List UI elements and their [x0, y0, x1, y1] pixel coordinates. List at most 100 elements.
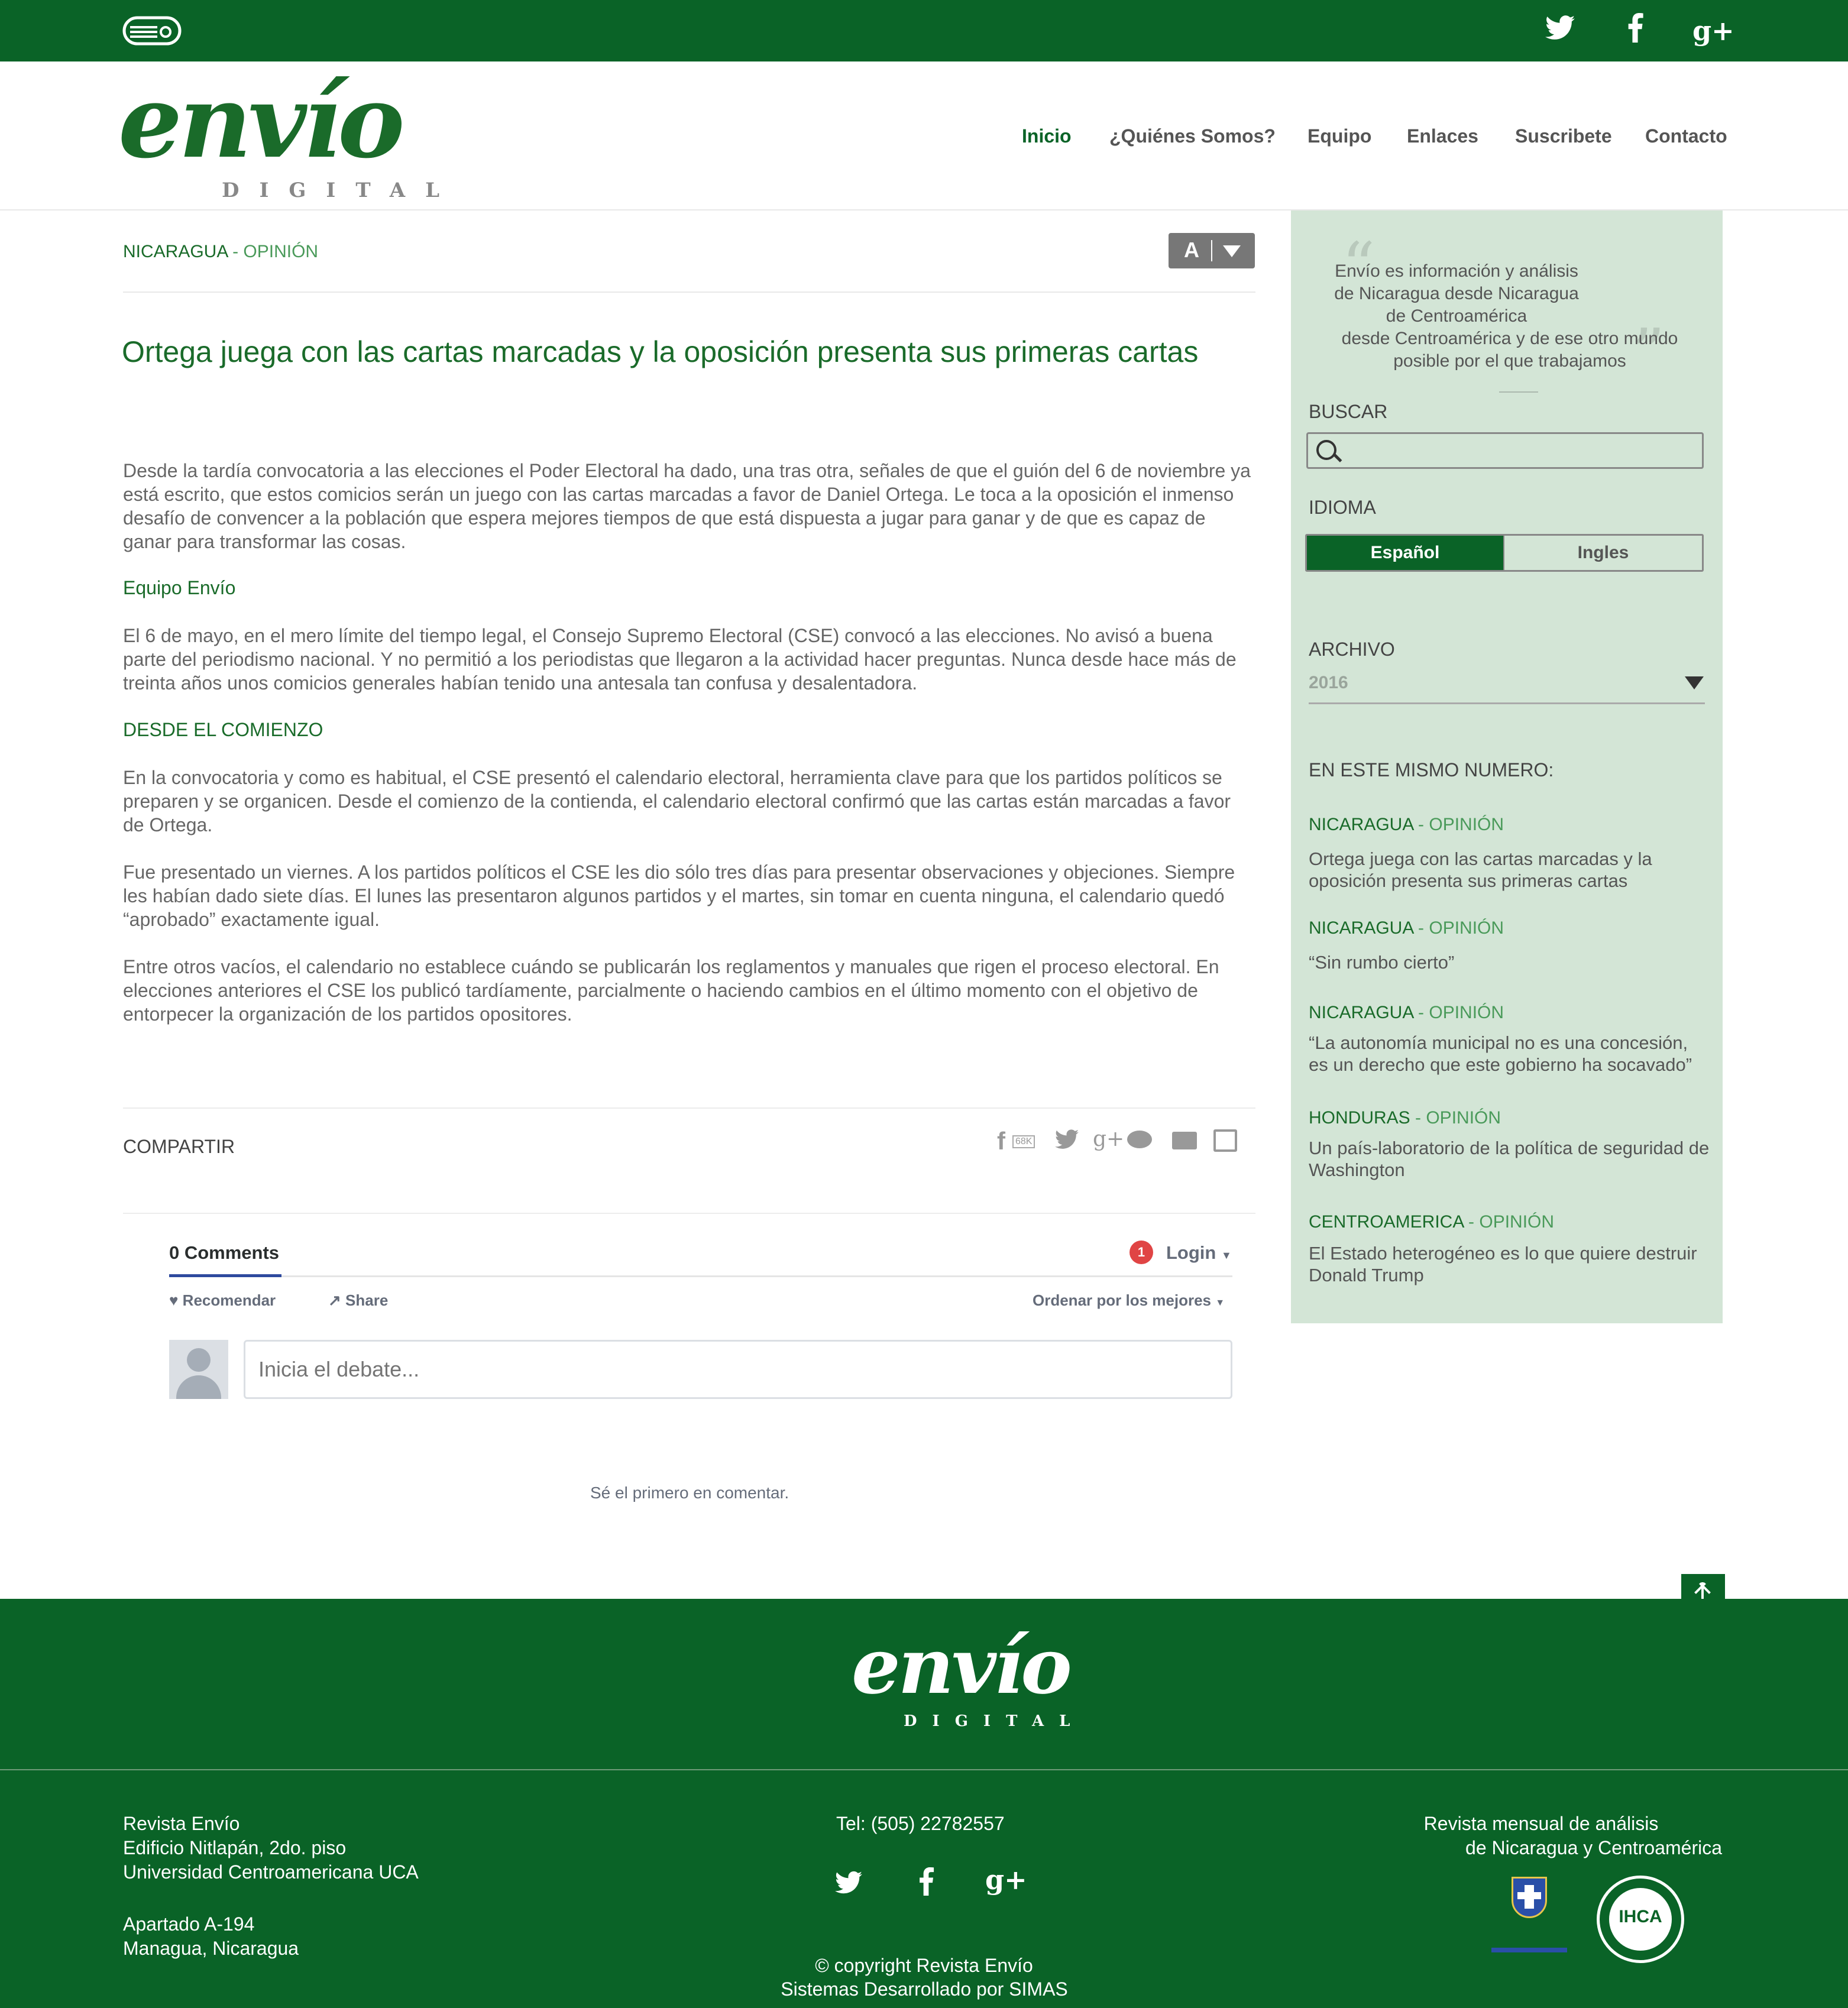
footer-address: Revista Envío Edificio Nitlapán, 2do. pi… [123, 1812, 419, 1884]
uca-seal-logo[interactable] [1491, 1877, 1567, 1965]
logo-sub: DIGITAL [222, 179, 460, 202]
quote-line: desde Centroamérica y de ese otro mundo [1341, 329, 1678, 348]
login-label: Login [1166, 1242, 1216, 1263]
search-label: BUSCAR [1309, 401, 1388, 422]
share-icon: ↗ [328, 1291, 341, 1309]
divider [0, 1769, 1848, 1770]
related-item-title[interactable]: “La autonomía municipal no es una conces… [1309, 1032, 1711, 1076]
related-item-category[interactable]: HONDURAS - OPINIÓN [1309, 1108, 1501, 1128]
ihca-text: IHCA [1619, 1907, 1662, 1926]
search-icon [1316, 440, 1336, 460]
article-breadcrumb: NICARAGUA - OPINIÓN [123, 242, 318, 262]
footer-logo[interactable]: envío DIGITAL [852, 1621, 1100, 1741]
twitter-icon[interactable] [835, 1871, 862, 1897]
sort-dropdown[interactable]: Ordenar por los mejores ▼ [1033, 1291, 1225, 1310]
recommend-label: Recomendar [182, 1291, 276, 1309]
fish-logo-icon[interactable] [122, 14, 185, 47]
divider [123, 1213, 1255, 1214]
caret-down-icon [1223, 245, 1241, 257]
twitter-icon[interactable] [1055, 1129, 1079, 1152]
comment-icon[interactable] [1127, 1131, 1152, 1148]
related-item-category[interactable]: CENTROAMERICA - OPINIÓN [1309, 1212, 1554, 1232]
share-button[interactable]: ↗ Share [328, 1291, 388, 1310]
ihca-logo[interactable]: IHCA [1597, 1876, 1684, 1963]
archive-value: 2016 [1309, 673, 1348, 692]
comment-input[interactable] [244, 1340, 1232, 1399]
related-item-title[interactable]: Ortega juega con las cartas marcadas y l… [1309, 848, 1711, 892]
language-toggle: Español Ingles [1305, 534, 1704, 572]
nav-inicio[interactable]: Inicio [1022, 125, 1072, 147]
sort-label: Ordenar por los mejores [1033, 1291, 1211, 1309]
article-subcategory[interactable]: - OPINIÓN [232, 242, 318, 261]
footer: envío DIGITAL Revista Envío Edificio Nit… [0, 1599, 1848, 2008]
google-plus-icon[interactable]: g+ [985, 1864, 1027, 1896]
email-icon[interactable] [1172, 1132, 1197, 1149]
envio-logo[interactable]: envío DIGITAL [118, 63, 439, 205]
facebook-icon[interactable]: f [997, 1127, 1005, 1155]
nav-quienes-somos[interactable]: ¿Quiénes Somos? [1109, 125, 1276, 147]
nav-contacto[interactable]: Contacto [1645, 125, 1727, 147]
divider [1499, 391, 1538, 393]
archive-label: ARCHIVO [1309, 639, 1395, 660]
nav-enlaces[interactable]: Enlaces [1407, 125, 1478, 147]
postal-line: Apartado A-194 [123, 1913, 255, 1935]
address-line: Edificio Nitlapán, 2do. piso [123, 1837, 347, 1858]
search-box[interactable] [1306, 432, 1704, 469]
section-heading: DESDE EL COMIENZO [123, 719, 323, 740]
sidebar: “ ” Envío es información y análisis de N… [1291, 210, 1723, 1323]
top-bar: g+ [0, 0, 1848, 61]
related-item-title[interactable]: “Sin rumbo cierto” [1309, 951, 1711, 973]
heart-icon: ♥ [169, 1291, 179, 1309]
comments-count[interactable]: 0 Comments [169, 1242, 279, 1264]
article-paragraph: Entre otros vacíos, el calendario no est… [123, 956, 1219, 1025]
nav-equipo[interactable]: Equipo [1307, 125, 1371, 147]
font-size-control[interactable]: A [1169, 233, 1255, 268]
share-label: COMPARTIR [123, 1136, 235, 1157]
language-en-button[interactable]: Ingles [1503, 536, 1702, 570]
category-label: NICARAGUA [1309, 815, 1413, 834]
share-icons: f 68K g+ [997, 1127, 1245, 1157]
article-paragraph: En la convocatoria y como es habitual, e… [123, 767, 1231, 835]
address-line: Revista Envío [123, 1813, 240, 1834]
avatar [169, 1340, 228, 1399]
article-intro: Desde la tardía convocatoria a las elecc… [123, 460, 1251, 552]
footer-postal: Apartado A-194 Managua, Nicaragua [123, 1912, 299, 1961]
logo-sub: DIGITAL [904, 1712, 1086, 1730]
developer-credit[interactable]: Sistemas Desarrollado por SIMAS [776, 1977, 1072, 2001]
recommend-button[interactable]: ♥ Recomendar [169, 1291, 276, 1310]
divider [1211, 240, 1212, 261]
google-plus-icon[interactable]: g+ [1692, 13, 1734, 48]
notification-badge[interactable]: 1 [1129, 1241, 1153, 1264]
print-icon[interactable] [1213, 1129, 1237, 1152]
quote-line: posible por el que trabajamos [1393, 351, 1626, 371]
login-button[interactable]: Login ▼ [1166, 1242, 1232, 1264]
divider [123, 1107, 1255, 1109]
archive-select[interactable]: 2016 [1309, 666, 1705, 704]
related-item-category[interactable]: NICARAGUA - OPINIÓN [1309, 1003, 1504, 1023]
nav-suscribete[interactable]: Suscribete [1515, 125, 1612, 147]
comments-tab-underline [169, 1274, 281, 1277]
share-count: 68K [1012, 1135, 1035, 1148]
article-author: Equipo Envío [123, 577, 236, 598]
facebook-icon[interactable] [1617, 13, 1653, 48]
quote-line: de Nicaragua desde Nicaragua [1334, 284, 1579, 303]
share-button-label: Share [345, 1291, 389, 1309]
article-paragraph: Fue presentado un viernes. A los partido… [123, 862, 1235, 930]
article-category[interactable]: NICARAGUA [123, 242, 228, 261]
subcategory-label: - OPINIÓN [1413, 815, 1504, 834]
twitter-icon[interactable] [1542, 13, 1578, 48]
first-comment-prompt: Sé el primero en comentar. [590, 1484, 789, 1502]
facebook-icon[interactable] [918, 1867, 934, 1899]
caret-down-icon [1685, 676, 1704, 689]
related-item-title[interactable]: Un país-laboratorio de la política de se… [1309, 1137, 1711, 1181]
mission-quote: Envío es información y análisis de Nicar… [1326, 260, 1587, 328]
google-plus-icon[interactable]: g+ [1093, 1127, 1124, 1151]
quote-line: de Centroamérica [1386, 306, 1527, 326]
logo-script: envío [118, 63, 405, 181]
language-es-button[interactable]: Español [1307, 536, 1503, 570]
related-item-category[interactable]: NICARAGUA - OPINIÓN [1309, 815, 1504, 835]
quote-line: Envío es información y análisis [1335, 261, 1578, 281]
related-item-category[interactable]: NICARAGUA - OPINIÓN [1309, 918, 1504, 938]
related-item-title[interactable]: El Estado heterogéneo es lo que quiere d… [1309, 1242, 1711, 1286]
copyright: © copyright Revista Envío [815, 1955, 1033, 1976]
